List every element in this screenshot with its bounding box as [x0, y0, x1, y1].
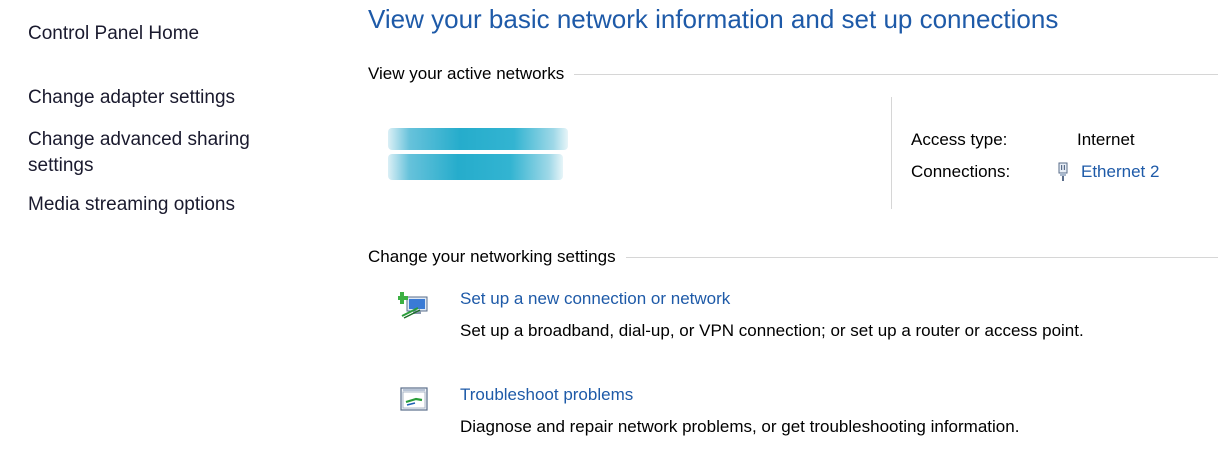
sidebar-item-change-advanced-sharing-settings[interactable]: Change advanced sharing settings — [28, 127, 318, 179]
access-type-row: Access type: Internet — [911, 124, 1159, 156]
change-settings-heading: Change your networking settings — [368, 246, 1218, 268]
setup-new-connection-description: Set up a broadband, dial-up, or VPN conn… — [460, 321, 1084, 340]
network-sharing-center: Control Panel Home Change adapter settin… — [0, 0, 1218, 467]
page-title: View your basic network information and … — [368, 4, 1059, 34]
troubleshoot-problems-description: Diagnose and repair network problems, or… — [460, 417, 1020, 436]
troubleshoot-problems-link[interactable]: Troubleshoot problems — [460, 382, 633, 408]
access-type-label: Access type: — [911, 130, 1008, 149]
vertical-divider — [891, 97, 892, 209]
ethernet-icon — [1058, 162, 1068, 181]
task-new-connection: Set up a new connection or network Set u… — [398, 286, 1218, 346]
main-content: View your basic network information and … — [368, 0, 1218, 467]
task-troubleshoot: Troubleshoot problems Diagnose and repai… — [398, 382, 1218, 442]
change-settings-heading-text: Change your networking settings — [368, 247, 616, 266]
troubleshoot-icon — [400, 387, 428, 411]
setup-new-connection-link[interactable]: Set up a new connection or network — [460, 286, 730, 312]
sidebar-item-media-streaming-options[interactable]: Media streaming options — [28, 192, 318, 218]
sidebar: Control Panel Home Change adapter settin… — [0, 0, 330, 467]
redacted-bar — [388, 154, 563, 180]
connection-link-wrap[interactable]: Ethernet 2 — [1058, 162, 1159, 182]
connections-row: Connections: Ethernet 2 — [911, 156, 1159, 188]
connections-label: Connections: — [911, 162, 1011, 181]
sidebar-item-control-panel-home[interactable]: Control Panel Home — [28, 21, 318, 47]
section-divider — [574, 73, 1218, 75]
section-divider — [625, 256, 1218, 258]
ethernet-connection-link[interactable]: Ethernet 2 — [1081, 162, 1159, 182]
active-networks-heading: View your active networks — [368, 63, 1218, 85]
redacted-bar — [388, 128, 568, 150]
new-connection-icon — [398, 292, 428, 319]
access-type-value: Internet — [1077, 130, 1135, 149]
network-info: Access type: Internet Connections: Ether… — [911, 124, 1159, 188]
network-name-redacted — [383, 120, 573, 200]
active-networks-heading-text: View your active networks — [368, 64, 565, 83]
sidebar-item-change-adapter-settings[interactable]: Change adapter settings — [28, 85, 318, 111]
